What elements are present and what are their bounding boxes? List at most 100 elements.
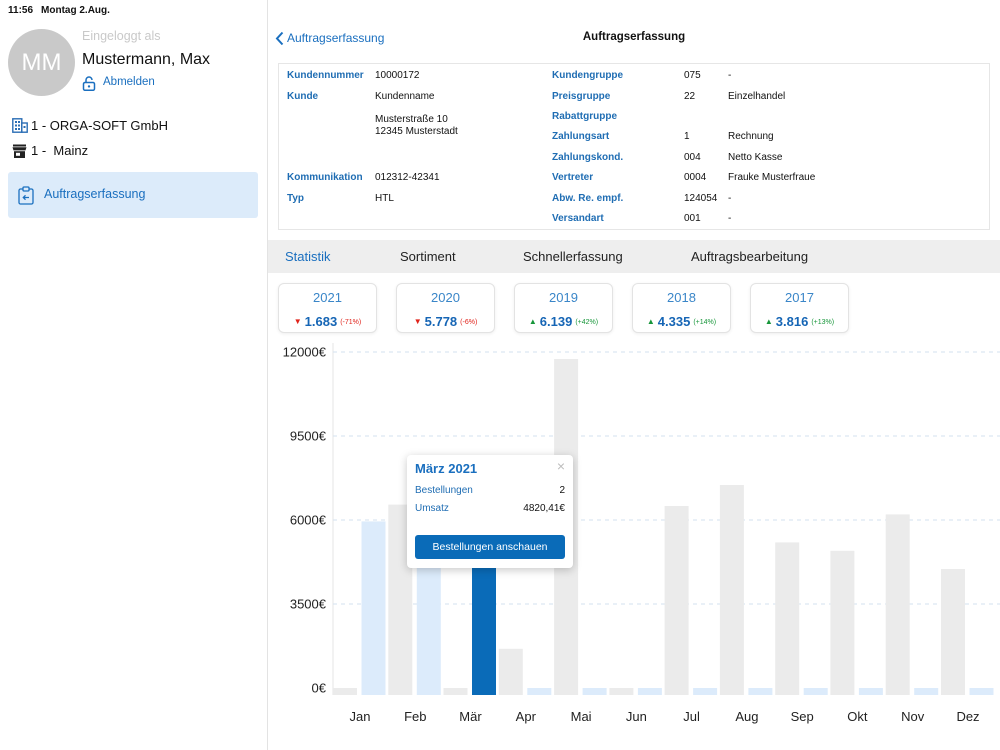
info-value: - xyxy=(728,70,732,81)
popup-row-value: 4820,41€ xyxy=(523,503,565,514)
bar-series1-month12[interactable] xyxy=(941,569,965,695)
info-label: Kommunikation xyxy=(287,172,363,183)
month-detail-popup: März 2021 × Bestellungen 2 Umsatz 4820,4… xyxy=(407,455,573,568)
info-code: 22 xyxy=(684,91,696,102)
bar-series1-month7[interactable] xyxy=(664,506,689,695)
tab-sortiment[interactable]: Sortiment xyxy=(400,249,456,264)
year-value: 1.683 xyxy=(304,314,338,329)
x-tick-label: Okt xyxy=(847,709,868,724)
info-value: Kundenname xyxy=(375,91,435,102)
unlock-icon[interactable] xyxy=(82,76,96,91)
building-icon xyxy=(12,118,28,133)
logout-link[interactable]: Abmelden xyxy=(103,76,155,88)
company-label: 1 - ORGA-SOFT GmbH xyxy=(31,118,168,133)
x-tick-label: Jul xyxy=(683,709,700,724)
clipboard-icon xyxy=(18,186,34,205)
page-title: Auftragserfassung xyxy=(582,31,686,43)
bar-series2-month7[interactable] xyxy=(693,688,718,695)
x-tick-label: Dez xyxy=(956,709,979,724)
tab-auftragsbearbeitung[interactable]: Auftragsbearbeitung xyxy=(691,249,808,264)
trend-up-icon: ▲ xyxy=(646,317,655,326)
customer-info-panel: Kundennummer 10000172 Kunde Kundenname M… xyxy=(278,63,990,230)
sidebar-item-label: Auftragserfassung xyxy=(44,187,146,201)
year-value: 3.816 xyxy=(775,314,809,329)
bar-series2-month10[interactable] xyxy=(858,688,883,695)
y-tick-label: 0€ xyxy=(312,681,327,696)
bar-series2-month3[interactable] xyxy=(472,553,496,695)
info-code: 001 xyxy=(684,213,701,224)
bar-series1-month6[interactable] xyxy=(609,688,634,695)
x-tick-label: Sep xyxy=(791,709,814,724)
trend-down-icon: ▼ xyxy=(293,317,302,326)
bar-series1-month11[interactable] xyxy=(885,514,910,695)
info-value: Netto Kasse xyxy=(728,152,783,163)
popup-row-value: 2 xyxy=(559,485,565,496)
year-value: 4.335 xyxy=(657,314,691,329)
info-code: 1 xyxy=(684,131,690,142)
info-label: Kundengruppe xyxy=(552,70,624,81)
bar-series2-month8[interactable] xyxy=(748,688,773,695)
popup-row-label: Bestellungen xyxy=(415,485,473,496)
bar-series1-month9[interactable] xyxy=(775,542,800,695)
view-orders-button[interactable]: Bestellungen anschauen xyxy=(415,535,565,559)
bar-series2-month1[interactable] xyxy=(361,521,386,695)
trend-up-icon: ▲ xyxy=(528,317,537,326)
tab-statistik[interactable]: Statistik xyxy=(285,249,331,264)
y-tick-label: 3500€ xyxy=(290,597,327,612)
x-tick-label: Mai xyxy=(571,709,592,724)
x-tick-label: Nov xyxy=(901,709,925,724)
year-change: (-71%) xyxy=(340,319,362,326)
info-value: Frauke Musterfraue xyxy=(728,172,816,183)
tab-schnellerfassung[interactable]: Schnellerfassung xyxy=(523,249,623,264)
year-change: (+14%) xyxy=(693,319,717,326)
bar-series2-month11[interactable] xyxy=(914,688,939,695)
bar-series2-month9[interactable] xyxy=(803,688,828,695)
year-card[interactable]: 2017 ▲ 3.816 (+13%) xyxy=(750,283,849,333)
info-label: Zahlungskond. xyxy=(552,152,624,163)
bar-series2-month5[interactable] xyxy=(582,688,607,695)
info-value: 10000172 xyxy=(375,70,420,81)
bar-series1-month4[interactable] xyxy=(498,648,523,695)
info-label: Typ xyxy=(287,193,305,204)
y-tick-label: 9500€ xyxy=(290,429,327,444)
sidebar-item-auftragserfassung[interactable]: Auftragserfassung xyxy=(8,172,258,218)
info-code: 0004 xyxy=(684,172,707,183)
info-label: Kunde xyxy=(287,91,319,102)
popup-row: Umsatz 4820,41€ xyxy=(415,503,565,515)
year-change: (+13%) xyxy=(811,319,835,326)
popup-row: Bestellungen 2 xyxy=(415,485,565,497)
bar-series2-month6[interactable] xyxy=(637,688,662,695)
address-line: Musterstraße 10 xyxy=(375,114,448,125)
info-label: Versandart xyxy=(552,213,604,224)
year-card[interactable]: 2018 ▲ 4.335 (+14%) xyxy=(632,283,731,333)
x-tick-label: Mär xyxy=(459,709,482,724)
bar-series2-month4[interactable] xyxy=(527,688,552,695)
info-value: - xyxy=(728,213,732,224)
bar-series1-month8[interactable] xyxy=(719,485,744,695)
trend-down-icon: ▼ xyxy=(413,317,422,326)
store-icon xyxy=(12,144,27,158)
year-label: 2019 xyxy=(549,290,578,305)
bar-series1-month1[interactable] xyxy=(333,688,357,695)
year-label: 2020 xyxy=(431,290,460,305)
year-value: 5.778 xyxy=(424,314,458,329)
x-tick-label: Feb xyxy=(404,709,426,724)
close-icon[interactable]: × xyxy=(557,458,565,474)
info-value: - xyxy=(728,193,732,204)
bar-series2-month12[interactable] xyxy=(969,688,994,695)
info-code: 124054 xyxy=(684,193,718,204)
popup-title: März 2021 xyxy=(415,461,478,476)
year-change: (-6%) xyxy=(460,319,478,326)
bar-series1-month3[interactable] xyxy=(443,688,468,695)
x-tick-label: Aug xyxy=(735,709,758,724)
year-card[interactable]: 2019 ▲ 6.139 (+42%) xyxy=(514,283,613,333)
year-change: (+42%) xyxy=(575,319,599,326)
bar-series1-month10[interactable] xyxy=(830,550,855,695)
info-value: HTL xyxy=(375,193,394,204)
info-label: Preisgruppe xyxy=(552,91,611,102)
year-label: 2017 xyxy=(785,290,814,305)
year-card[interactable]: 2021 ▼ 1.683 (-71%) xyxy=(278,283,377,333)
x-tick-label: Apr xyxy=(516,709,537,724)
info-value: Rechnung xyxy=(728,131,774,142)
year-card[interactable]: 2020 ▼ 5.778 (-6%) xyxy=(396,283,495,333)
